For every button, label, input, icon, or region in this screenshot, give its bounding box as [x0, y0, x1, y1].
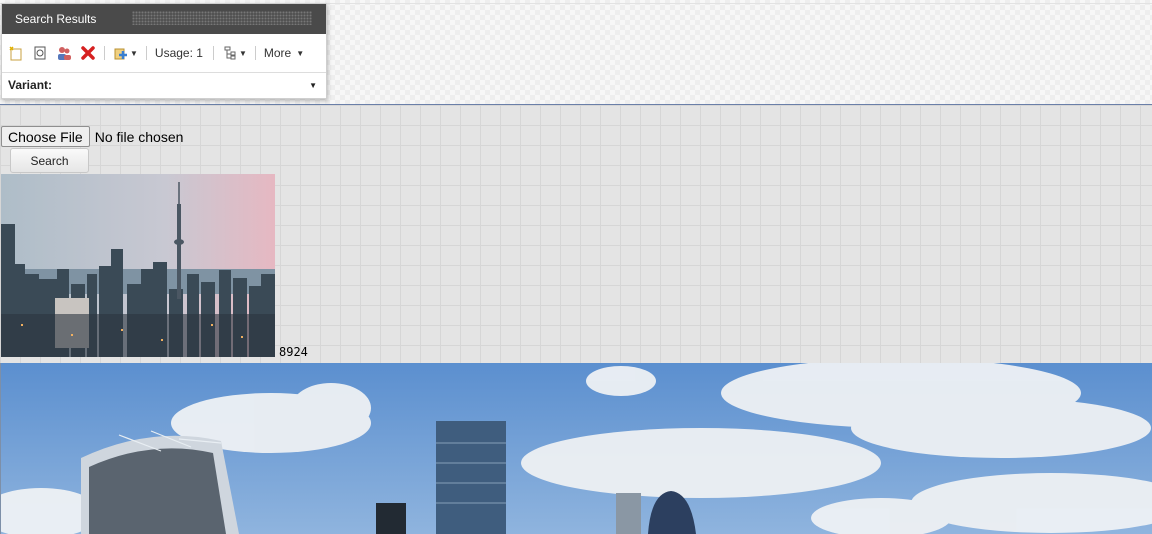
panel-header[interactable]: Search Results [2, 4, 326, 34]
panel-title: Search Results [15, 12, 97, 26]
file-upload-row: Choose File No file chosen [1, 126, 183, 147]
chevron-down-icon[interactable]: ▼ [130, 49, 138, 58]
result-thumbnail[interactable] [1, 174, 275, 357]
usage-count: Usage: 1 [154, 46, 203, 60]
chevron-down-icon[interactable]: ▼ [309, 81, 317, 90]
choose-file-button[interactable]: Choose File [1, 126, 90, 147]
panel-toolbar: ▼ Usage: 1 ▼ More ▼ [2, 34, 326, 73]
delete-icon[interactable] [80, 45, 96, 61]
toolbar-separator [104, 46, 105, 60]
variant-select[interactable]: Variant: ▼ [2, 73, 326, 97]
chevron-down-icon[interactable]: ▼ [239, 49, 247, 58]
add-item-icon[interactable] [113, 45, 129, 61]
toolbar-separator [212, 46, 214, 60]
search-results-panel: Search Results ▼ Usage: 1 ▼ More ▼ Varia… [1, 3, 327, 99]
file-status-text: No file chosen [94, 128, 184, 145]
more-menu-button[interactable]: More [264, 46, 291, 60]
large-photo [0, 363, 1152, 534]
chevron-down-icon[interactable]: ▼ [296, 49, 304, 58]
users-icon[interactable] [56, 45, 72, 61]
variant-label: Variant: [8, 78, 53, 92]
refresh-doc-icon[interactable] [32, 45, 48, 61]
search-button[interactable]: Search [10, 148, 89, 173]
hierarchy-icon[interactable] [222, 45, 238, 61]
toolbar-separator [145, 46, 147, 60]
drag-handle[interactable] [132, 11, 312, 25]
image-id-label: 8924 [279, 345, 308, 359]
new-item-icon[interactable] [8, 45, 24, 61]
toolbar-separator [254, 46, 256, 60]
